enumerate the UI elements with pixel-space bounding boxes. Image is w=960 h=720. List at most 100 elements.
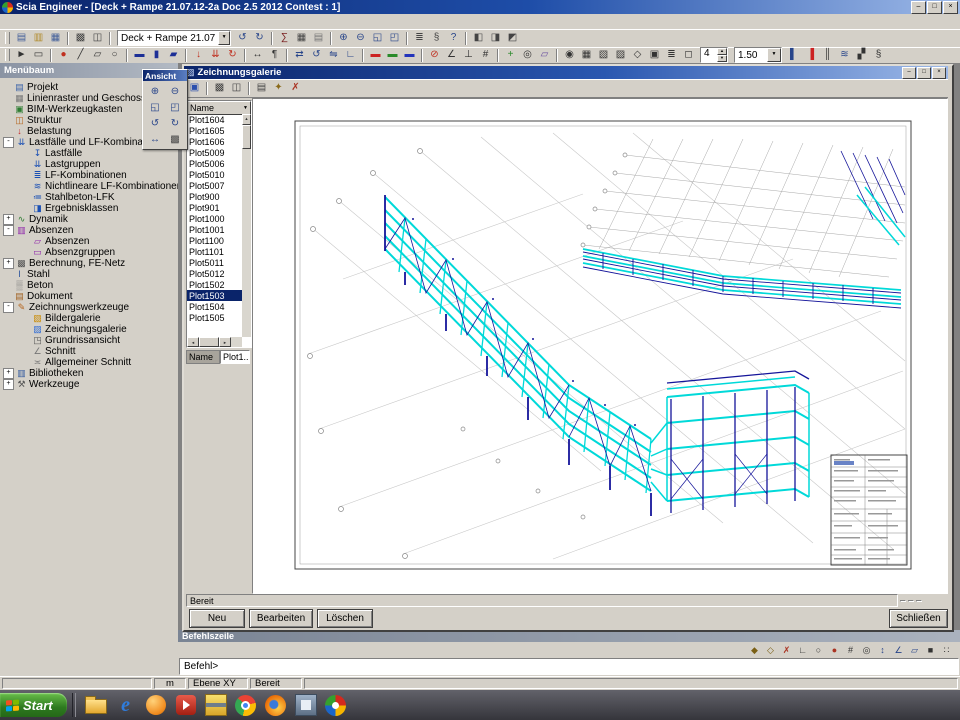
zoom-all-icon[interactable]: ◰ (386, 31, 403, 45)
plot-list-item[interactable]: Plot5009 (187, 147, 242, 158)
tree-expander-icon[interactable] (21, 325, 30, 334)
pan-icon[interactable]: ↔ (145, 131, 165, 147)
plot-list-item[interactable]: Plot1001 (187, 224, 242, 235)
status-plane-cell[interactable]: Ebene XY (188, 678, 248, 689)
zoom-window-icon[interactable]: ◱ (369, 31, 386, 45)
tree-item-grundrissansicht[interactable]: ◳ Grundrissansicht (2, 335, 178, 346)
chevron-down-icon[interactable]: ▼ (218, 31, 230, 45)
tree-item-stahlbeton-lfk[interactable]: ≔ Stahlbeton-LFK (2, 192, 178, 203)
shading-icon[interactable]: ▧ (595, 48, 612, 62)
tree-expander-icon[interactable] (3, 105, 12, 114)
tree-expander-icon[interactable] (3, 116, 12, 125)
scroll-left-icon[interactable]: ◄ (187, 337, 199, 347)
scroll-right-icon[interactable]: ► (219, 337, 231, 347)
drawing-viewport[interactable] (252, 98, 948, 594)
tree-expander-icon[interactable] (21, 193, 30, 202)
plot-list-item[interactable]: Plot900 (187, 191, 242, 202)
spin-up-icon[interactable]: ▲ (717, 48, 727, 55)
tree-item-zeichnungswerkzeuge[interactable]: - ✎ Zeichnungswerkzeuge (2, 302, 178, 313)
delete-plot-icon[interactable]: ✗ (287, 81, 304, 95)
plot-name-field[interactable]: Plot1... (220, 350, 250, 364)
tree-expander-icon[interactable]: - (3, 225, 14, 236)
menu-item[interactable] (96, 21, 108, 23)
columns-icon[interactable]: ║ (819, 48, 836, 62)
media-player-icon[interactable] (141, 690, 171, 720)
snap-grid-icon[interactable]: # (843, 643, 858, 657)
coordinate-input-icon[interactable]: ▱ (907, 643, 922, 657)
new-plot-button[interactable]: Neu (189, 609, 245, 628)
chrome-icon[interactable] (231, 690, 261, 720)
tree-item-werkzeuge[interactable]: + ⚒ Werkzeuge (2, 379, 178, 390)
plot-list-item[interactable]: Plot5012 (187, 268, 242, 279)
internet-explorer-icon[interactable] (111, 690, 141, 720)
perspective-icon[interactable]: ◇ (629, 48, 646, 62)
tree-expander-icon[interactable]: + (3, 214, 14, 225)
view-iso-icon[interactable]: ◩ (504, 31, 521, 45)
redraw-icon[interactable]: ↻ (165, 115, 185, 131)
tree-expander-icon[interactable] (3, 281, 12, 290)
dimension-icon[interactable]: ↔ (249, 48, 266, 62)
plot-list-item[interactable]: Plot5011 (187, 257, 242, 268)
full-screen-icon[interactable]: ◻ (680, 48, 697, 62)
plot-list-header[interactable]: Name ▼ (187, 101, 251, 115)
plot-list-item[interactable]: Plot1504 (187, 301, 242, 312)
winzip-icon[interactable] (201, 690, 231, 720)
mirror-icon[interactable]: ⇋ (325, 48, 342, 62)
scrollbar-thumb[interactable] (199, 337, 219, 347)
tree-item-absenzen[interactable]: - ▥ Absenzen (2, 225, 178, 236)
tree-expander-icon[interactable] (21, 358, 30, 367)
plot-list-item[interactable]: Plot901 (187, 202, 242, 213)
hidden-lines-icon[interactable]: ▨ (612, 48, 629, 62)
ucs-icon[interactable]: ∟ (342, 48, 359, 62)
moment-load-icon[interactable]: ↻ (224, 48, 241, 62)
snap-midpoint-icon[interactable]: ◇ (763, 643, 778, 657)
plot-list-item[interactable]: Plot1606 (187, 136, 242, 147)
section-symbol-icon[interactable]: § (870, 48, 887, 62)
tree-item-allgemeiner-schnitt[interactable]: ≍ Allgemeiner Schnitt (2, 357, 178, 368)
tree-item-zeichnungsgalerie[interactable]: ▨ Zeichnungsgalerie (2, 324, 178, 335)
document-icon[interactable]: ▤ (310, 31, 327, 45)
snap-tangent-icon[interactable]: ○ (811, 643, 826, 657)
waves-icon[interactable]: ≋ (836, 48, 853, 62)
print-view-icon[interactable]: ▩ (165, 131, 185, 147)
line-load-icon[interactable]: ⇊ (207, 48, 224, 62)
tree-expander-icon[interactable] (21, 182, 30, 191)
menu-item[interactable] (72, 21, 84, 23)
scrollbar-thumb[interactable] (242, 125, 251, 149)
axes-icon[interactable]: + (502, 48, 519, 62)
snap-arc-center-icon[interactable]: ◎ (859, 643, 874, 657)
left-panel-icon[interactable]: ▌ (785, 48, 802, 62)
scale-selector[interactable]: 1.50 ▼ (734, 47, 782, 63)
real-player-icon[interactable] (171, 690, 201, 720)
plot-list-item[interactable]: Plot1505 (187, 312, 242, 323)
menu-item[interactable] (24, 21, 36, 23)
point-load-icon[interactable]: ↓ (190, 48, 207, 62)
plot-list-item[interactable]: Plot5007 (187, 180, 242, 191)
tree-expander-icon[interactable]: - (3, 302, 14, 313)
export-picture-icon[interactable]: ▣ (186, 81, 203, 95)
snap-orthogonal-icon[interactable]: ∟ (795, 643, 810, 657)
new-document-icon[interactable]: ▤ (13, 31, 30, 45)
options-icon[interactable]: § (428, 31, 445, 45)
tree-item-bildergalerie[interactable]: ▧ Bildergalerie (2, 313, 178, 324)
snap-intersection-icon[interactable]: ✗ (779, 643, 794, 657)
plot-list-item[interactable]: Plot1503 (187, 290, 242, 301)
wireframe-icon[interactable]: ▦ (578, 48, 595, 62)
toolbar-grip[interactable] (5, 49, 10, 61)
count-spinner[interactable]: 4 ▲ ▼ (700, 47, 728, 63)
toolbar-grip[interactable] (5, 32, 10, 44)
print-preview-icon[interactable]: ◫ (228, 81, 245, 95)
tree-expander-icon[interactable] (3, 94, 12, 103)
tree-expander-icon[interactable]: + (3, 368, 14, 379)
circle-icon[interactable]: ○ (106, 48, 123, 62)
origin-icon[interactable]: ◎ (519, 48, 536, 62)
folder-icon[interactable] (81, 690, 111, 720)
move-icon[interactable]: ⇄ (291, 48, 308, 62)
scroll-up-icon[interactable]: ▲ (242, 114, 251, 125)
zoom-all-icon[interactable]: ◰ (165, 99, 185, 115)
angle-icon[interactable]: ∠ (443, 48, 460, 62)
snap-endpoint-icon[interactable]: ◆ (747, 643, 762, 657)
menu-item[interactable] (12, 21, 24, 23)
plot-list-item[interactable]: Plot1101 (187, 246, 242, 257)
gallery-titlebar[interactable]: ▨ Zeichnungsgalerie – □ × (184, 66, 948, 79)
